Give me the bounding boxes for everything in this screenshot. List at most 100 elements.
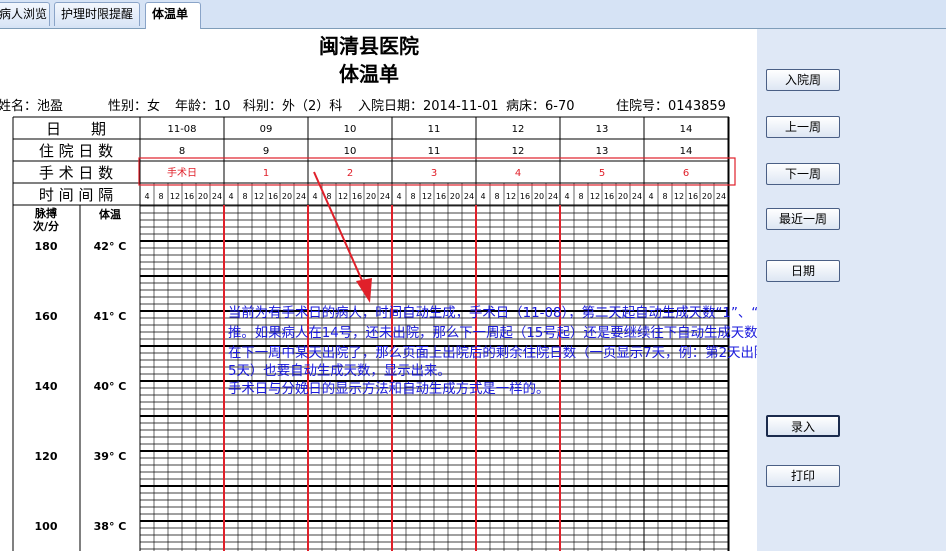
temperature-sheet: 闽清县医院 体温单 姓名：池盈 性别：女 年龄：10 科别：外（2）科 入院日期… — [0, 34, 757, 551]
time-cell: 8 — [410, 192, 415, 201]
time-cell: 24 — [464, 192, 474, 201]
temp-tick: 41° C — [94, 310, 127, 323]
tab-temperature-chart[interactable]: 体温单 — [145, 2, 201, 29]
patient-age: 年龄：10 — [175, 99, 231, 114]
time-cell: 20 — [450, 192, 460, 201]
pulse-tick: 180 — [35, 240, 58, 253]
time-cell: 20 — [198, 192, 208, 201]
date-cell: 13 — [596, 124, 609, 135]
op-day-cell: 1 — [263, 168, 269, 179]
annotation-line: 在下一周中某天出院了，那么页面上出院后的剩余住院日数（一页显示7天，例：第2天出… — [228, 344, 757, 361]
time-cell: 12 — [254, 192, 264, 201]
tab-bar: 病人浏览 护理时限提醒 体温单 — [0, 0, 946, 29]
annotation-line: 当前为有手术日的病人，时间自动生成，手术日（11-08），第二天起自动生成天数“… — [228, 304, 757, 321]
time-cell: 4 — [648, 192, 653, 201]
temp-tick: 39° C — [94, 450, 127, 463]
hospital-day-cell: 9 — [263, 146, 269, 157]
row-label-op-days: 手 术 日 数 — [39, 164, 113, 182]
time-cell: 16 — [352, 192, 362, 201]
pulse-tick: 120 — [35, 450, 58, 463]
time-cell: 4 — [312, 192, 317, 201]
annotation-line: 手术日与分娩日的显示方法和自动生成方式是一样的。 — [228, 381, 549, 397]
pulse-axis-label: 脉搏 — [34, 206, 57, 220]
print-button[interactable]: 打印 — [766, 465, 840, 487]
time-cell: 4 — [396, 192, 401, 201]
date-button[interactable]: 日期 — [766, 260, 840, 282]
enter-button[interactable]: 录入 — [766, 415, 840, 437]
time-cell: 4 — [144, 192, 149, 201]
admit-week-button[interactable]: 入院周 — [766, 69, 840, 91]
time-cell: 12 — [590, 192, 600, 201]
patient-admit-date: 入院日期：2014-11-01 — [358, 99, 499, 114]
hospital-day-cell: 11 — [428, 146, 441, 157]
temp-tick: 40° C — [94, 380, 127, 393]
time-cell: 4 — [564, 192, 569, 201]
patient-id: 住院号：0143859 — [616, 99, 726, 114]
time-cell: 16 — [268, 192, 278, 201]
time-cell: 24 — [380, 192, 390, 201]
time-cell: 16 — [520, 192, 530, 201]
time-cell: 24 — [212, 192, 222, 201]
date-cell: 11 — [428, 124, 441, 135]
date-cell: 12 — [512, 124, 525, 135]
time-cell: 8 — [494, 192, 499, 201]
hospital-day-cell: 10 — [344, 146, 357, 157]
time-cell: 20 — [702, 192, 712, 201]
op-day-cell: 5 — [599, 168, 605, 179]
time-cell: 16 — [436, 192, 446, 201]
op-day-cell: 4 — [515, 168, 521, 179]
date-cell: 14 — [680, 124, 693, 135]
op-day-cell: 3 — [431, 168, 437, 179]
pulse-tick: 140 — [35, 380, 58, 393]
temp-tick: 38° C — [94, 520, 127, 533]
time-cell: 20 — [618, 192, 628, 201]
op-day-cell: 手术日 — [167, 166, 197, 179]
time-cell: 16 — [688, 192, 698, 201]
tab-nursing-reminder[interactable]: 护理时限提醒 — [54, 2, 140, 26]
time-cell: 4 — [480, 192, 485, 201]
temp-tick: 42° C — [94, 240, 127, 253]
row-label-hospital-days: 住 院 日 数 — [39, 142, 113, 160]
patient-bed: 病床：6-70 — [506, 99, 575, 114]
time-cell: 24 — [632, 192, 642, 201]
time-cell: 16 — [184, 192, 194, 201]
hospital-day-cell: 13 — [596, 146, 609, 157]
time-cell: 12 — [422, 192, 432, 201]
sheet-title: 体温单 — [339, 62, 399, 86]
pulse-axis-unit: 次/分 — [33, 219, 59, 233]
annotation-line: 推。如果病人在14号，还未出院，那么下一周起（15号起）还是要继续往下自动生成天… — [228, 325, 757, 341]
time-cell: 20 — [366, 192, 376, 201]
row-label-date: 日 期 — [46, 120, 106, 138]
time-cell: 24 — [296, 192, 306, 201]
annotation-line: 5天）也要自动生成天数，显示出来。 — [228, 363, 451, 379]
date-cell: 11-08 — [167, 124, 196, 135]
patient-gender: 性别：女 — [108, 98, 160, 114]
patient-dept: 科别：外（2）科 — [243, 99, 342, 114]
time-cell: 4 — [228, 192, 233, 201]
hospital-day-cell: 14 — [680, 146, 693, 157]
pulse-tick: 160 — [35, 310, 58, 323]
annotation-text: 当前为有手术日的病人，时间自动生成，手术日（11-08），第二天起自动生成天数“… — [228, 304, 757, 397]
time-cell: 12 — [170, 192, 180, 201]
patient-name: 姓名：池盈 — [0, 98, 63, 114]
recent-week-button[interactable]: 最近一周 — [766, 208, 840, 230]
time-cell: 8 — [242, 192, 247, 201]
time-cell: 24 — [716, 192, 726, 201]
next-week-button[interactable]: 下一周 — [766, 163, 840, 185]
op-day-cell: 2 — [347, 168, 353, 179]
hospital-day-cell: 12 — [512, 146, 525, 157]
time-cell: 8 — [578, 192, 583, 201]
temp-axis-label: 体温 — [99, 207, 121, 221]
row-label-time: 时 间 间 隔 — [39, 186, 113, 204]
time-cell: 24 — [548, 192, 558, 201]
date-cell: 10 — [344, 124, 357, 135]
time-cell: 20 — [534, 192, 544, 201]
tab-patient-browse[interactable]: 病人浏览 — [0, 2, 50, 26]
prev-week-button[interactable]: 上一周 — [766, 116, 840, 138]
time-cell: 16 — [604, 192, 614, 201]
pulse-tick: 100 — [35, 520, 58, 533]
op-day-cell: 6 — [683, 168, 689, 179]
time-cell: 12 — [674, 192, 684, 201]
date-cell: 09 — [260, 124, 273, 135]
hospital-name: 闽清县医院 — [319, 34, 419, 58]
